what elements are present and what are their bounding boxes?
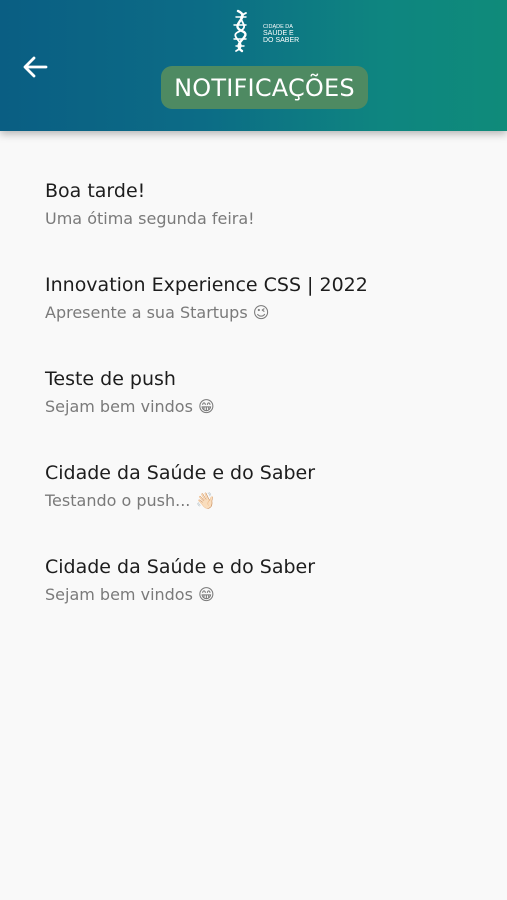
notification-body: Testando o push... 👋🏻 bbox=[45, 491, 216, 510]
page-title: NOTIFICAÇÕES bbox=[161, 66, 368, 109]
notification-body: Uma ótima segunda feira! bbox=[45, 209, 255, 228]
logo-line-2: SAÚDE E bbox=[263, 28, 294, 37]
notification-title: Teste de push bbox=[45, 368, 176, 390]
notification-title: Cidade da Saúde e do Saber bbox=[45, 556, 316, 578]
app-header: CIDADE DA SAÚDE E DO SABER NOTIFICAÇÕES bbox=[0, 0, 507, 131]
logo-line-3: DO SABER bbox=[263, 37, 299, 44]
notification-body: Sejam bem vindos 😁 bbox=[45, 397, 215, 416]
notification-title: Innovation Experience CSS | 2022 bbox=[45, 274, 368, 296]
notification-item[interactable]: Cidade da Saúde e do Saber Sejam bem vin… bbox=[45, 556, 485, 626]
arrow-left-icon bbox=[23, 56, 48, 78]
notification-item[interactable]: Cidade da Saúde e do Saber Testando o pu… bbox=[45, 462, 485, 532]
app-logo: CIDADE DA SAÚDE E DO SABER bbox=[228, 9, 300, 55]
notification-body: Sejam bem vindos 😁 bbox=[45, 585, 215, 604]
notification-item[interactable]: Teste de push Sejam bem vindos 😁 bbox=[45, 368, 485, 438]
notification-title: Boa tarde! bbox=[45, 180, 146, 202]
notification-item[interactable]: Boa tarde! Uma ótima segunda feira! bbox=[45, 180, 485, 250]
notification-title: Cidade da Saúde e do Saber bbox=[45, 462, 316, 484]
notification-item[interactable]: Innovation Experience CSS | 2022 Apresen… bbox=[45, 274, 485, 344]
notification-body: Apresente a sua Startups 😉 bbox=[45, 303, 270, 322]
back-button[interactable] bbox=[18, 51, 52, 83]
dna-helix-icon bbox=[233, 9, 247, 53]
